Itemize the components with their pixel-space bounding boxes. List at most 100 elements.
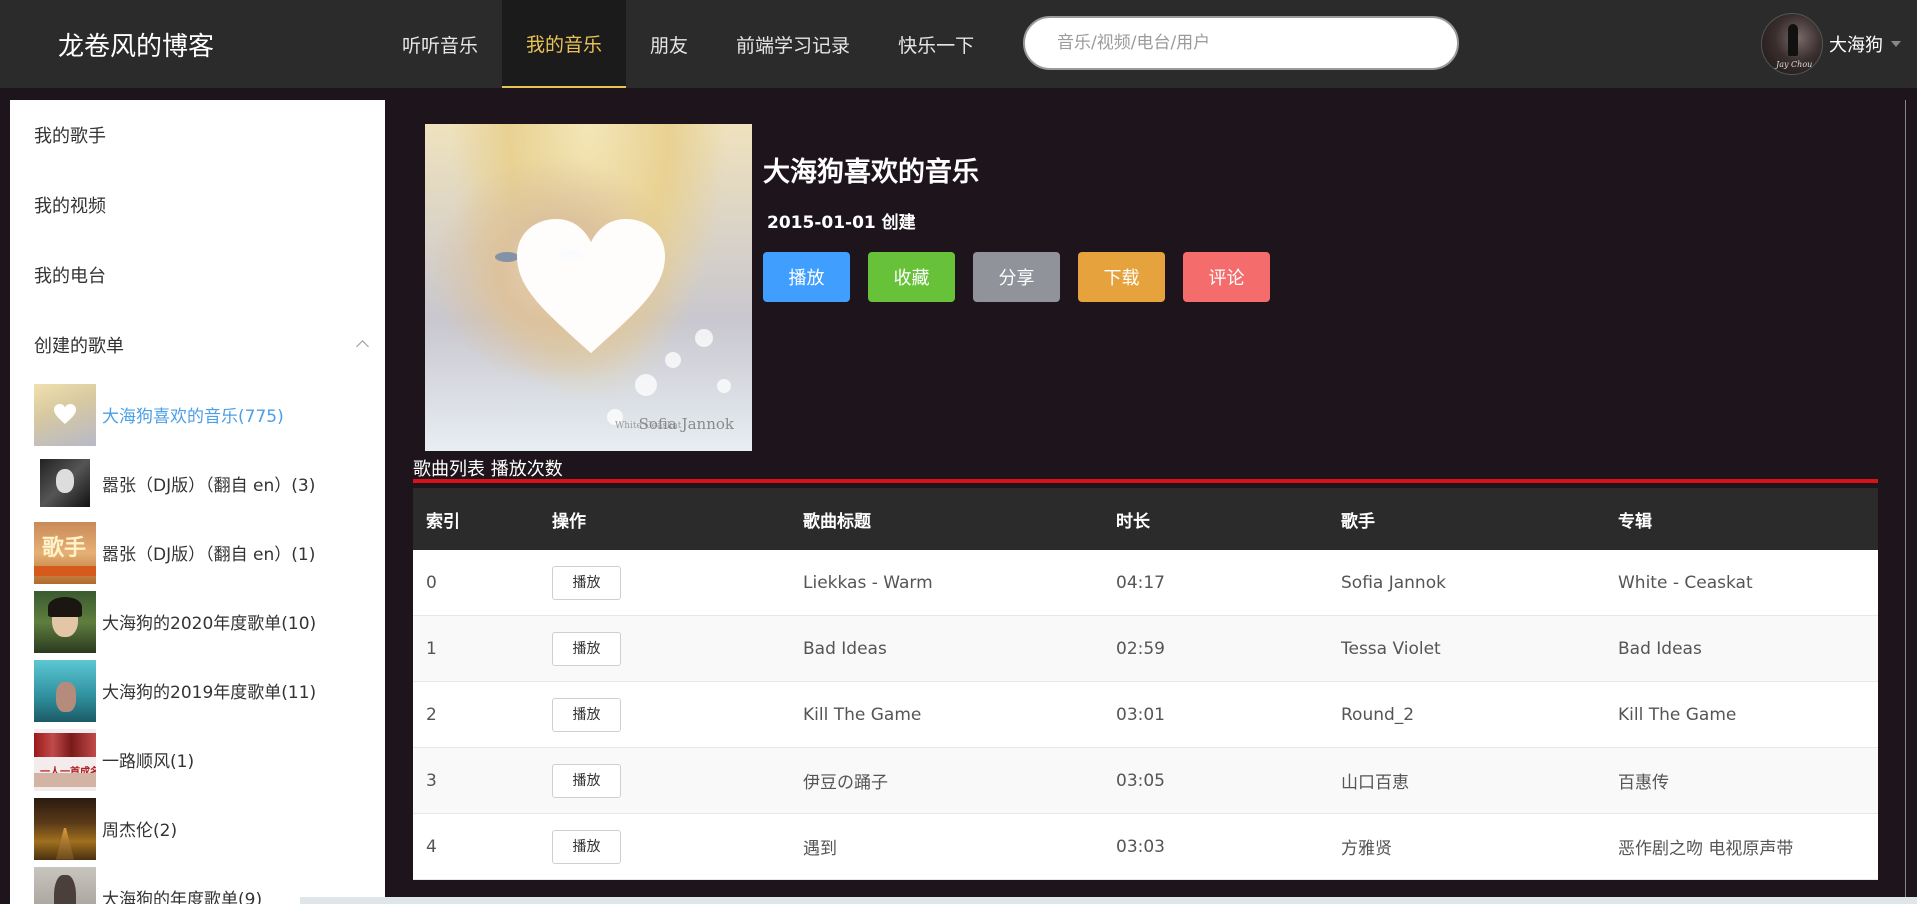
cell-album: Bad Ideas — [1605, 615, 1878, 682]
cell-artist: Tessa Violet — [1328, 615, 1605, 682]
playlist-detail: White Ceaskat Sofia Jannok 大海狗喜欢的音乐 2015… — [413, 100, 1878, 904]
sidebar-item-my-singers[interactable]: 我的歌手 — [34, 122, 106, 148]
list-item[interactable]: 周杰伦(2) — [34, 794, 385, 863]
nav-listen-music[interactable]: 听听音乐 — [378, 0, 502, 88]
cell-action: 播放 — [539, 615, 790, 682]
cell-action: 播放 — [539, 813, 790, 880]
collect-button[interactable]: 收藏 — [868, 252, 955, 302]
playlist-thumbnail: 一人一首成名曲 — [34, 728, 96, 791]
playlist-thumbnail: 歌手 — [34, 521, 96, 584]
song-table: 索引 操作 歌曲标题 时长 歌手 专辑 0 播放 Liekkas - Warm … — [413, 488, 1878, 880]
cell-artist: Round_2 — [1328, 681, 1605, 748]
user-name[interactable]: 大海狗 — [1829, 31, 1883, 57]
nav-fun[interactable]: 快乐一下 — [874, 0, 998, 88]
horizontal-scrollbar[interactable] — [300, 897, 1917, 904]
heart-icon — [517, 218, 665, 354]
table-row[interactable]: 2 播放 Kill The Game 03:01 Round_2 Kill Th… — [413, 681, 1878, 748]
playlist-cover-image: White Ceaskat Sofia Jannok — [425, 124, 752, 451]
avatar[interactable]: Jay Chou — [1761, 13, 1823, 75]
playlist-label: 一路顺风(1) — [102, 752, 195, 772]
chevron-down-icon[interactable] — [1891, 41, 1901, 47]
row-play-button[interactable]: 播放 — [552, 697, 621, 732]
site-brand[interactable]: 龙卷风的博客 — [58, 26, 214, 63]
top-navigation-bar: 龙卷风的博客 听听音乐 我的音乐 朋友 前端学习记录 快乐一下 Jay Chou… — [0, 0, 1917, 88]
playlist-list: 大海狗喜欢的音乐(775) 嚣张（DJ版）（翻自 en）(3) 歌手 嚣张（DJ… — [34, 380, 385, 904]
cell-artist: 山口百恵 — [1328, 747, 1605, 814]
thumbnail-text: 歌手 — [42, 534, 87, 561]
playlist-label: 周杰伦(2) — [102, 821, 178, 841]
song-list-heading: 歌曲列表 播放次数 — [413, 459, 563, 480]
playlist-label: 大海狗喜欢的音乐(775) — [102, 407, 284, 427]
play-button[interactable]: 播放 — [763, 252, 850, 302]
cover-credit: Sofia Jannok — [638, 415, 734, 433]
table-row[interactable]: 0 播放 Liekkas - Warm 04:17 Sofia Jannok W… — [413, 550, 1878, 616]
cell-index: 4 — [413, 813, 539, 880]
playlist-label: 大海狗的2020年度歌单(10) — [102, 614, 317, 634]
column-header-title: 歌曲标题 — [790, 488, 1103, 550]
list-item[interactable]: 歌手 嚣张（DJ版）（翻自 en）(1) — [34, 518, 385, 587]
main-nav: 听听音乐 我的音乐 朋友 前端学习记录 快乐一下 — [378, 0, 998, 88]
list-item[interactable]: 一人一首成名曲 一路顺风(1) — [34, 725, 385, 794]
playlist-thumbnail — [34, 590, 96, 653]
column-header-artist: 歌手 — [1328, 488, 1605, 550]
heart-icon — [54, 403, 76, 424]
cell-index: 0 — [413, 550, 539, 616]
row-play-button[interactable]: 播放 — [552, 763, 621, 798]
table-header-row: 索引 操作 歌曲标题 时长 歌手 专辑 — [413, 488, 1878, 550]
cell-duration: 04:17 — [1103, 550, 1328, 616]
playlist-thumbnail — [34, 797, 96, 860]
cell-album: 百惠传 — [1605, 747, 1878, 814]
avatar-silhouette — [1788, 24, 1798, 56]
cell-artist: 方雅贤 — [1328, 813, 1605, 880]
chevron-up-icon[interactable] — [356, 340, 369, 353]
cell-title: Liekkas - Warm — [790, 550, 1103, 616]
row-play-button[interactable]: 播放 — [552, 829, 621, 864]
cell-action: 播放 — [539, 747, 790, 814]
nav-frontend-notes[interactable]: 前端学习记录 — [712, 0, 874, 88]
download-button[interactable]: 下载 — [1078, 252, 1165, 302]
table-row[interactable]: 3 播放 伊豆の踊子 03:05 山口百恵 百惠传 — [413, 747, 1878, 814]
playlist-label: 大海狗的2019年度歌单(11) — [102, 683, 317, 703]
column-header-index: 索引 — [413, 488, 539, 550]
table-row[interactable]: 1 播放 Bad Ideas 02:59 Tessa Violet Bad Id… — [413, 615, 1878, 682]
playlist-thumbnail — [34, 383, 96, 446]
cell-album: Kill The Game — [1605, 681, 1878, 748]
sidebar: 我的歌手 我的视频 我的电台 创建的歌单 大海狗喜欢的音乐(775) 嚣张（DJ… — [10, 100, 385, 904]
row-play-button[interactable]: 播放 — [552, 565, 621, 600]
cell-index: 3 — [413, 747, 539, 814]
nav-my-music[interactable]: 我的音乐 — [502, 0, 627, 88]
column-header-duration: 时长 — [1103, 488, 1328, 550]
row-play-button[interactable]: 播放 — [552, 631, 621, 666]
divider — [413, 479, 1878, 483]
cell-duration: 03:03 — [1103, 813, 1328, 880]
sidebar-section-created-playlists[interactable]: 创建的歌单 — [34, 332, 369, 362]
search-input[interactable] — [1023, 16, 1459, 70]
list-item[interactable]: 大海狗喜欢的音乐(775) — [34, 380, 385, 449]
table-row[interactable]: 4 播放 遇到 03:03 方雅贤 恶作剧之吻 电视原声带 — [413, 813, 1878, 880]
cell-artist: Sofia Jannok — [1328, 550, 1605, 616]
cell-duration: 03:01 — [1103, 681, 1328, 748]
list-item[interactable]: 大海狗的2019年度歌单(11) — [34, 656, 385, 725]
cell-duration: 02:59 — [1103, 615, 1328, 682]
comment-button[interactable]: 评论 — [1183, 252, 1270, 302]
playlist-thumbnail — [34, 452, 96, 515]
column-header-album: 专辑 — [1605, 488, 1878, 550]
sidebar-item-my-videos[interactable]: 我的视频 — [34, 192, 106, 218]
share-button[interactable]: 分享 — [973, 252, 1060, 302]
playlist-label: 嚣张（DJ版）（翻自 en）(3) — [102, 476, 316, 496]
sidebar-item-my-radio[interactable]: 我的电台 — [34, 262, 106, 288]
cell-title: Bad Ideas — [790, 615, 1103, 682]
section-title: 创建的歌单 — [34, 336, 124, 357]
created-date: 2015-01-01 创建 — [767, 213, 916, 233]
user-menu[interactable]: Jay Chou 大海狗 — [1761, 13, 1901, 75]
divider — [1905, 100, 1906, 904]
list-item[interactable]: 大海狗的2020年度歌单(10) — [34, 587, 385, 656]
playlist-thumbnail — [34, 866, 96, 904]
avatar-signature: Jay Chou — [1776, 60, 1813, 69]
nav-friends[interactable]: 朋友 — [626, 0, 712, 88]
playlist-actions: 播放 收藏 分享 下载 评论 — [763, 252, 1288, 302]
playlist-thumbnail — [34, 659, 96, 722]
cell-title: Kill The Game — [790, 681, 1103, 748]
list-item[interactable]: 嚣张（DJ版）（翻自 en）(3) — [34, 449, 385, 518]
column-header-action: 操作 — [539, 488, 790, 550]
